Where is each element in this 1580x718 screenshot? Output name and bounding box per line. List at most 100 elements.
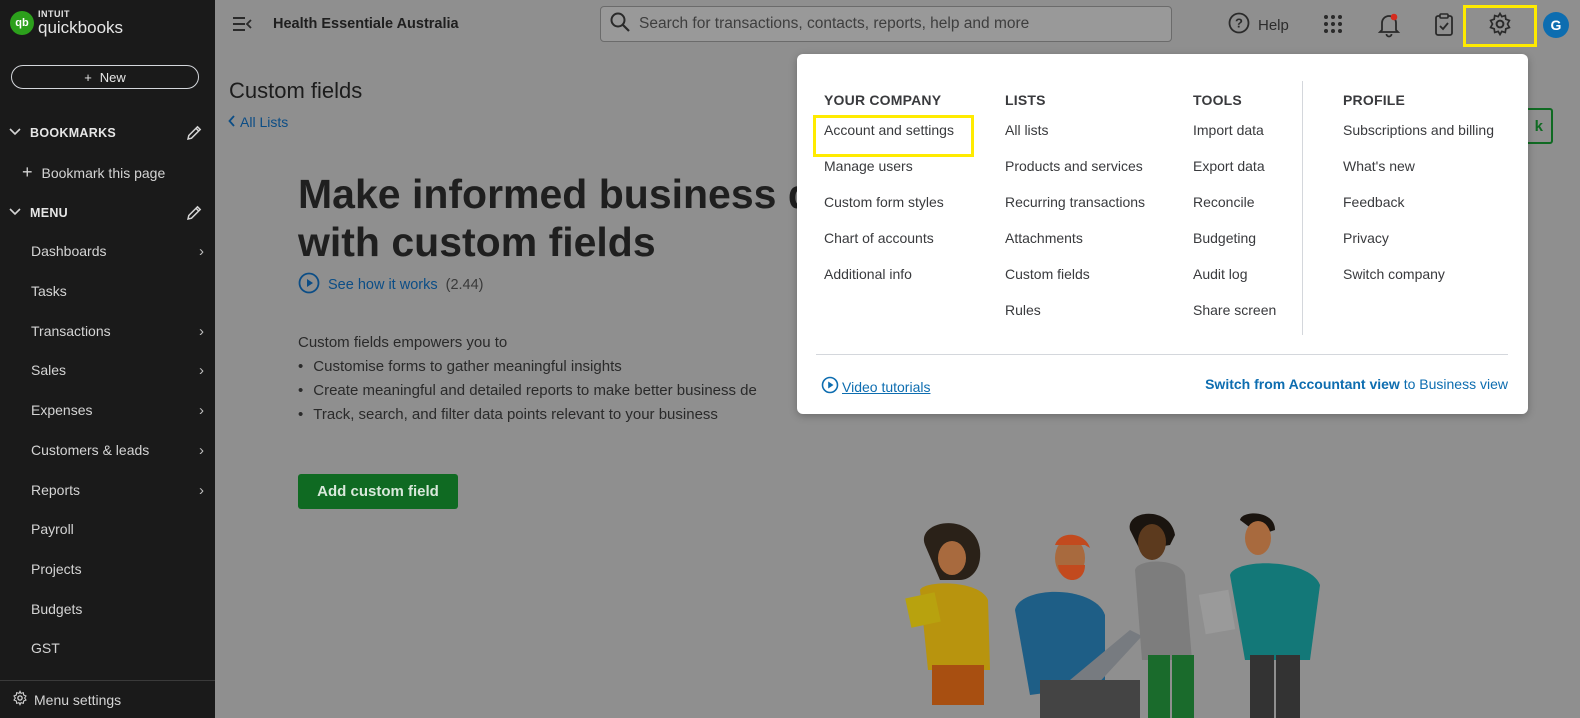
reconcile-link[interactable]: Reconcile xyxy=(1193,184,1276,220)
chevron-right-icon: › xyxy=(199,401,204,419)
sidebar-item-label: Tasks xyxy=(31,283,67,299)
sidebar-item-label: Dashboards xyxy=(31,243,107,259)
all-lists-back-link[interactable]: All Lists xyxy=(228,114,288,130)
sidebar-item-sales[interactable]: Sales › xyxy=(31,358,206,382)
column-divider xyxy=(1302,81,1303,335)
menu-section-header[interactable]: MENU xyxy=(0,202,215,224)
qb-logo-icon: qb xyxy=(10,11,34,35)
gear-icon xyxy=(1488,11,1512,41)
additional-info-link[interactable]: Additional info xyxy=(824,256,954,292)
settings-dropdown-panel: YOUR COMPANY Account and settings Manage… xyxy=(797,54,1528,414)
sidebar-item-payroll[interactable]: Payroll xyxy=(31,517,206,541)
all-lists-link[interactable]: All lists xyxy=(1005,112,1145,148)
search-input[interactable] xyxy=(639,15,1159,33)
switch-view-text: to Business view xyxy=(1399,376,1508,392)
svg-text:?: ? xyxy=(1235,16,1243,31)
chart-of-accounts-link[interactable]: Chart of accounts xyxy=(824,220,954,256)
custom-form-styles-link[interactable]: Custom form styles xyxy=(824,184,954,220)
import-data-link[interactable]: Import data xyxy=(1193,112,1276,148)
list-item: • Create meaningful and detailed reports … xyxy=(298,382,757,399)
sidebar-item-label: Expenses xyxy=(31,402,93,418)
lists-column: LISTS All lists Products and services Re… xyxy=(1005,92,1145,328)
bookmark-this-page-link[interactable]: + Bookmark this page xyxy=(22,162,165,183)
benefits-list: • Customise forms to gather meaningful in… xyxy=(298,355,757,427)
whats-new-link[interactable]: What's new xyxy=(1343,148,1494,184)
sidebar-item-label: GST xyxy=(31,640,60,656)
chevron-right-icon: › xyxy=(199,481,204,499)
manage-users-link[interactable]: Manage users xyxy=(824,148,954,184)
feedback-link[interactable]: Feedback xyxy=(1343,184,1494,220)
products-and-services-link[interactable]: Products and services xyxy=(1005,148,1145,184)
rules-link[interactable]: Rules xyxy=(1005,292,1145,328)
sidebar-item-projects[interactable]: Projects xyxy=(31,557,206,581)
chevron-right-icon: › xyxy=(199,242,204,260)
help-label: Help xyxy=(1258,16,1289,34)
notifications-bell-icon[interactable] xyxy=(1377,12,1401,43)
attachments-link[interactable]: Attachments xyxy=(1005,220,1145,256)
profile-column: PROFILE Subscriptions and billing What's… xyxy=(1343,92,1494,292)
menu-settings-label: Menu settings xyxy=(34,691,122,708)
sidebar-item-reports[interactable]: Reports › xyxy=(31,478,206,502)
global-search[interactable] xyxy=(600,6,1172,42)
menu-label: MENU xyxy=(30,206,69,220)
play-circle-icon xyxy=(298,272,320,298)
your-company-heading: YOUR COMPANY xyxy=(824,92,942,108)
new-button[interactable]: + New xyxy=(11,65,199,89)
see-how-label: See how it works xyxy=(328,277,438,293)
sidebar-item-gst[interactable]: GST xyxy=(31,636,206,660)
sidebar-item-tasks[interactable]: Tasks xyxy=(31,279,206,303)
recurring-transactions-link[interactable]: Recurring transactions xyxy=(1005,184,1145,220)
sidebar-item-dashboards[interactable]: Dashboards › xyxy=(31,239,206,263)
lists-heading: LISTS xyxy=(1005,92,1046,108)
budgeting-link[interactable]: Budgeting xyxy=(1193,220,1276,256)
subscriptions-and-billing-link[interactable]: Subscriptions and billing xyxy=(1343,112,1494,148)
settings-gear-button[interactable] xyxy=(1463,5,1537,47)
collapse-menu-icon[interactable] xyxy=(231,14,253,39)
see-how-it-works-link[interactable]: See how it works (2.44) xyxy=(298,272,484,298)
edit-menu-pencil-icon[interactable] xyxy=(185,204,203,225)
tasks-clipboard-icon[interactable] xyxy=(1433,12,1455,43)
all-lists-label: All Lists xyxy=(240,114,289,130)
sidebar-item-label: Transactions xyxy=(31,323,111,339)
play-circle-icon xyxy=(821,376,839,397)
switch-to-business-view-link[interactable]: Switch from Accountant view to Business … xyxy=(1205,376,1508,392)
privacy-link[interactable]: Privacy xyxy=(1343,220,1494,256)
sidebar-item-transactions[interactable]: Transactions › xyxy=(31,319,206,343)
account-and-settings-link[interactable]: Account and settings xyxy=(824,112,954,148)
plus-icon: + xyxy=(84,69,92,85)
search-icon xyxy=(609,11,631,38)
chevron-right-icon: › xyxy=(199,361,204,379)
help-button[interactable]: ? Help xyxy=(1228,12,1289,38)
bookmarks-label: BOOKMARKS xyxy=(30,126,117,140)
quickbooks-logo[interactable]: qb INTUIT quickbooks xyxy=(10,10,123,36)
menu-settings-link[interactable]: Menu settings xyxy=(0,680,215,718)
bookmarks-section-header[interactable]: BOOKMARKS xyxy=(0,122,215,144)
intro-text: Custom fields empowers you to xyxy=(298,334,508,351)
video-tutorials-label: Video tutorials xyxy=(842,378,931,395)
audit-log-link[interactable]: Audit log xyxy=(1193,256,1276,292)
export-data-link[interactable]: Export data xyxy=(1193,148,1276,184)
apps-grid-icon[interactable] xyxy=(1322,12,1344,41)
sidebar-item-label: Customers & leads xyxy=(31,442,150,458)
page-title: Custom fields xyxy=(229,78,363,103)
tools-heading: TOOLS xyxy=(1193,92,1242,108)
chevron-left-icon xyxy=(228,114,236,130)
sidebar-item-budgets[interactable]: Budgets xyxy=(31,597,206,621)
sidebar-item-expenses[interactable]: Expenses › xyxy=(31,398,206,422)
sidebar-item-label: Projects xyxy=(31,561,82,577)
sidebar-item-customers-leads[interactable]: Customers & leads › xyxy=(31,438,206,462)
sidebar-item-label: Budgets xyxy=(31,601,83,617)
add-custom-field-button[interactable]: Add custom field xyxy=(298,474,458,509)
custom-fields-link[interactable]: Custom fields xyxy=(1005,256,1145,292)
share-screen-link[interactable]: Share screen xyxy=(1193,292,1276,328)
new-button-label: New xyxy=(99,69,126,85)
help-circle-icon: ? xyxy=(1228,12,1250,38)
chevron-right-icon: › xyxy=(199,441,204,459)
video-tutorials-link[interactable]: Video tutorials xyxy=(821,376,930,397)
sidebar-item-label: Payroll xyxy=(31,521,74,537)
list-item: • Customise forms to gather meaningful in… xyxy=(298,358,622,375)
chevron-down-icon xyxy=(0,207,30,219)
switch-company-link[interactable]: Switch company xyxy=(1343,256,1494,292)
edit-bookmarks-pencil-icon[interactable] xyxy=(185,124,203,145)
user-avatar[interactable]: G xyxy=(1543,12,1569,38)
